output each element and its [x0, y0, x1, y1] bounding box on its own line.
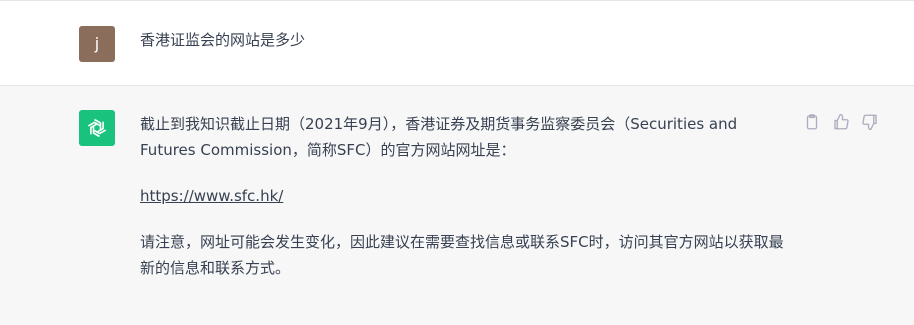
thumbs-down-icon[interactable] — [861, 113, 879, 131]
user-message-row: j 香港证监会的网站是多少 — [0, 0, 914, 86]
clipboard-icon[interactable] — [803, 113, 821, 131]
answer-paragraph-1: 截止到我知识截止日期（2021年9月），香港证券及期货事务监察委员会（Secur… — [140, 115, 738, 159]
user-avatar-initial: j — [94, 34, 100, 53]
answer-paragraph-3: 请注意，网址可能会发生变化，因此建议在需要查找信息或联系SFC时，访问其官方网站… — [140, 233, 784, 277]
user-avatar: j — [79, 26, 115, 62]
assistant-message-body: 截止到我知识截止日期（2021年9月），香港证券及期货事务监察委员会（Secur… — [140, 111, 795, 301]
sfc-website-link[interactable]: https://www.sfc.hk/ — [140, 187, 283, 205]
assistant-avatar — [79, 110, 115, 146]
assistant-message-row: 截止到我知识截止日期（2021年9月），香港证券及期货事务监察委员会（Secur… — [0, 86, 914, 325]
thumbs-up-icon[interactable] — [832, 113, 850, 131]
message-actions — [803, 113, 879, 131]
user-message-text: 香港证监会的网站是多少 — [140, 31, 306, 49]
openai-logo-icon — [87, 118, 107, 138]
